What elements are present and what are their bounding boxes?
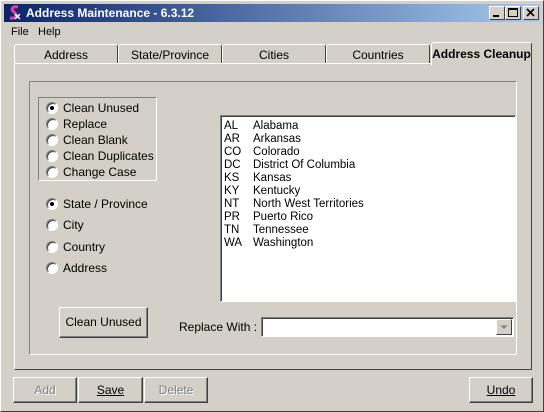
item-name: Arkansas	[253, 133, 301, 145]
item-code: CO	[224, 146, 242, 158]
menu-file[interactable]: File	[11, 26, 29, 38]
item-code: KY	[224, 185, 240, 197]
main-window: Address Maintenance - 6.3.12 File Help A…	[0, 0, 544, 412]
item-code: TN	[224, 224, 240, 236]
delete-button[interactable]: Delete	[144, 377, 208, 403]
radio-button[interactable]	[46, 166, 58, 178]
app-logo-icon	[9, 5, 21, 20]
item-name: District Of Columbia	[253, 159, 356, 171]
maximize-button[interactable]	[505, 6, 521, 20]
radio-label: Replace	[63, 117, 108, 131]
undo-button-label: Undo	[486, 383, 516, 397]
radio-button[interactable]	[46, 262, 58, 274]
item-name: Washington	[253, 237, 314, 249]
clean-unused-button[interactable]: Clean Unused	[59, 307, 148, 338]
title-bar[interactable]: Address Maintenance - 6.3.12	[4, 4, 540, 22]
item-name: Kansas	[253, 172, 292, 184]
item-code: AR	[224, 133, 240, 145]
save-button[interactable]: Save	[78, 377, 143, 403]
radio-label: Country	[63, 240, 106, 254]
radio-label: City	[63, 218, 84, 232]
radio-label: Change Case	[63, 165, 137, 179]
radio-button[interactable]	[46, 198, 58, 210]
item-name: Colorado	[253, 146, 300, 158]
item-code: WA	[224, 237, 243, 249]
radio-button[interactable]	[46, 150, 58, 162]
item-code: AL	[224, 120, 239, 132]
chevron-down-icon	[500, 325, 508, 329]
radio-button[interactable]	[46, 134, 58, 146]
add-button[interactable]: Add	[13, 377, 77, 403]
item-code: DC	[224, 159, 241, 171]
undo-button[interactable]: Undo	[469, 377, 533, 403]
menu-help[interactable]: Help	[38, 26, 61, 38]
close-button[interactable]	[523, 6, 539, 20]
item-name: Alabama	[253, 120, 299, 132]
radio-button[interactable]	[46, 219, 58, 231]
radio-button[interactable]	[46, 118, 58, 130]
maximize-icon	[508, 8, 518, 17]
radio-label: Clean Duplicates	[63, 149, 154, 163]
tab-cities[interactable]: Cities	[222, 44, 326, 64]
minimize-icon	[493, 15, 499, 17]
item-code: KS	[224, 172, 240, 184]
item-name: Puerto Rico	[253, 211, 314, 223]
item-name: Tennessee	[253, 224, 309, 236]
tab-address[interactable]: Address	[14, 44, 118, 64]
radio-button[interactable]	[46, 241, 58, 253]
item-name: Kentucky	[253, 185, 301, 197]
item-code: NT	[224, 198, 240, 210]
radio-label: State / Province	[63, 197, 148, 211]
tab-countries[interactable]: Countries	[326, 44, 430, 64]
unused-values-list[interactable]: AL Alabama AR Arkansas CO Colorado DC Distri…	[220, 115, 516, 302]
window-title: Address Maintenance - 6.3.12	[26, 6, 195, 20]
tab-state-province[interactable]: State/Province	[118, 44, 222, 64]
save-button-label: Save	[96, 383, 125, 397]
address-cleanup-panel: Clean Unused Replace Clean Blank Clean D…	[14, 63, 532, 370]
close-icon	[526, 8, 535, 17]
radio-label: Clean Blank	[63, 133, 128, 147]
combobox-dropdown-button[interactable]	[496, 319, 512, 335]
item-code: PR	[224, 211, 240, 223]
item-name: North West Territories	[253, 198, 364, 210]
tab-address-cleanup[interactable]: Address Cleanup	[431, 42, 532, 65]
radio-label: Address	[63, 261, 108, 275]
radio-button[interactable]	[46, 102, 58, 114]
radio-label: Clean Unused	[63, 101, 140, 115]
replace-with-combobox[interactable]	[261, 317, 514, 337]
cleanup-frame: Clean Unused Replace Clean Blank Clean D…	[29, 81, 517, 355]
minimize-button[interactable]	[489, 6, 505, 20]
replace-with-label: Replace With :	[179, 320, 258, 334]
